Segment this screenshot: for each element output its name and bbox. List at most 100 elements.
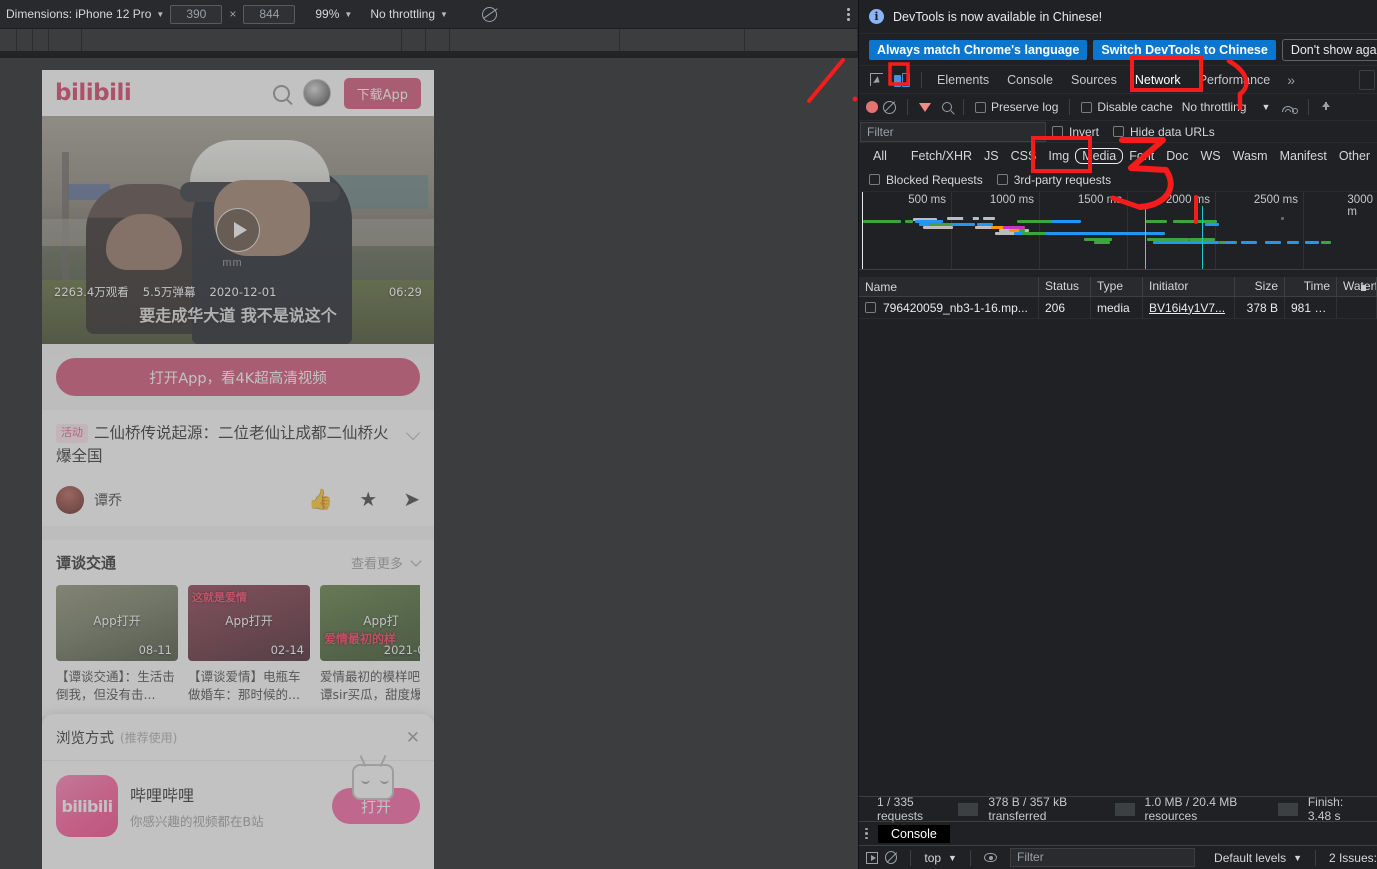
thumbs-up-icon[interactable]: 👍: [308, 487, 333, 512]
switch-to-chinese-button[interactable]: Switch DevTools to Chinese: [1093, 40, 1275, 60]
avatar[interactable]: [303, 79, 331, 107]
device-toolbar-icon[interactable]: [889, 68, 915, 92]
sheet-title: 浏览方式: [56, 727, 114, 748]
throttling-label[interactable]: No throttling: [1182, 100, 1247, 114]
console-filter-input[interactable]: Filter: [1010, 848, 1195, 867]
mobile-viewport[interactable]: bilibili 下载App mm: [42, 70, 434, 869]
tab-console[interactable]: Console: [998, 68, 1062, 92]
type-filter-doc[interactable]: Doc: [1160, 148, 1194, 164]
record-icon[interactable]: [866, 101, 878, 113]
video-date: 2020-12-01: [210, 285, 277, 299]
type-filter-all[interactable]: All: [867, 148, 893, 164]
tab-performance[interactable]: Performance: [1190, 68, 1280, 92]
console-levels-label[interactable]: Default levels: [1214, 851, 1286, 865]
column-header-waterfall[interactable]: Waterf: [1337, 277, 1377, 296]
drawer-tab-console[interactable]: Console: [878, 825, 950, 843]
tab-elements[interactable]: Elements: [928, 68, 998, 92]
inspect-element-icon[interactable]: [863, 68, 889, 92]
hide-data-urls-checkbox[interactable]: [1113, 126, 1124, 137]
column-header-initiator[interactable]: Initiator: [1143, 277, 1235, 296]
table-row[interactable]: 796420059_nb3-1-16.mp... 206 media BV16i…: [859, 297, 1377, 319]
kebab-menu-icon[interactable]: [865, 826, 868, 842]
live-expression-icon[interactable]: [984, 853, 997, 862]
console-context-label[interactable]: top: [924, 851, 941, 865]
network-status-bar: 1 / 335 requests 378 B / 357 kB transfer…: [859, 796, 1377, 821]
device-toolbar-menu-button[interactable]: [847, 0, 850, 29]
blocked-requests-label: Blocked Requests: [886, 173, 983, 187]
type-filter-js[interactable]: JS: [978, 148, 1005, 164]
network-filter-bar: Filter Invert Hide data URLs: [859, 121, 1377, 143]
list-item[interactable]: 这就是爱情 App打开 02-14 【谭谈爱情】电瓶车做婚车：那时候的...: [188, 585, 310, 704]
open-app-cta-button[interactable]: 打开App，看4K超高清视频: [56, 358, 420, 396]
execution-context-icon[interactable]: [866, 852, 878, 864]
checkbox-icon[interactable]: [865, 302, 876, 313]
star-icon[interactable]: ★: [359, 487, 377, 512]
console-issues-label[interactable]: 2 Issues:: [1329, 851, 1377, 865]
import-har-icon[interactable]: [1320, 101, 1332, 113]
type-filter-font[interactable]: Font: [1123, 148, 1160, 164]
preserve-log-label: Preserve log: [991, 100, 1058, 114]
type-filter-img[interactable]: Img: [1042, 148, 1075, 164]
type-filter-other[interactable]: Other: [1333, 148, 1376, 164]
disable-cache-checkbox[interactable]: [1081, 102, 1092, 113]
device-width-input[interactable]: 390: [170, 5, 222, 24]
type-filter-ws[interactable]: WS: [1194, 148, 1226, 164]
avatar[interactable]: [56, 486, 84, 514]
column-header-type[interactable]: Type: [1091, 277, 1143, 296]
throttling-select[interactable]: No throttling ▼: [364, 0, 454, 28]
column-header-time[interactable]: Time: [1285, 277, 1337, 296]
video-player[interactable]: mm 要走成华大道 我不是说这个 2263.4万观看 5.5万弹幕 2020-1…: [42, 116, 434, 344]
video-meta: 2263.4万观看 5.5万弹幕 2020-12-01 06:29: [42, 284, 434, 300]
blocked-requests-checkbox[interactable]: [869, 174, 880, 185]
overview-tick-3000: 3000 m: [1347, 194, 1377, 218]
chevron-down-icon[interactable]: ▼: [948, 853, 957, 863]
request-name: 796420059_nb3-1-16.mp...: [883, 297, 1028, 319]
type-filter-fetch-xhr[interactable]: Fetch/XHR: [905, 148, 978, 164]
type-filter-manifest[interactable]: Manifest: [1274, 148, 1333, 164]
clear-icon[interactable]: [883, 101, 896, 114]
column-header-status[interactable]: Status: [1039, 277, 1091, 296]
owner-name[interactable]: 谭乔: [94, 490, 122, 510]
network-overview-timeline[interactable]: 500 ms 1000 ms 1500 ms 2000 ms 2500 ms 3…: [859, 192, 1377, 270]
tab-network[interactable]: Network: [1126, 68, 1190, 92]
close-icon[interactable]: ✕: [406, 729, 420, 746]
overview-tick-2000: 2000 ms: [1166, 194, 1215, 206]
download-app-button[interactable]: 下载App: [344, 78, 421, 109]
type-filter-wasm[interactable]: Wasm: [1227, 148, 1274, 164]
zoom-select[interactable]: 99% ▼: [309, 0, 358, 28]
column-header-name[interactable]: Name: [859, 277, 1039, 296]
always-match-language-button[interactable]: Always match Chrome's language: [869, 40, 1087, 60]
third-party-requests-checkbox[interactable]: [997, 174, 1008, 185]
request-waterfall: [1337, 297, 1377, 319]
chevron-double-right-icon[interactable]: »: [1279, 72, 1303, 88]
chevron-down-icon[interactable]: ▼: [1293, 853, 1302, 863]
network-conditions-icon[interactable]: [1281, 101, 1297, 113]
language-banner-text: DevTools is now available in Chinese!: [893, 10, 1102, 24]
filter-icon[interactable]: [919, 103, 931, 112]
device-height-input[interactable]: 844: [243, 5, 295, 24]
play-icon[interactable]: [216, 208, 260, 252]
search-icon[interactable]: [942, 102, 952, 112]
request-initiator[interactable]: BV16i4y1V7...: [1143, 297, 1235, 319]
search-icon[interactable]: [273, 85, 290, 102]
list-item[interactable]: App打开 08-11 【谭谈交通】：生活击倒我，但没有击...: [56, 585, 178, 704]
type-filter-css[interactable]: CSS: [1005, 148, 1043, 164]
device-dimensions-select[interactable]: Dimensions: iPhone 12 Pro ▼: [0, 0, 170, 28]
share-icon[interactable]: ➤: [403, 487, 420, 512]
clear-console-icon[interactable]: [885, 851, 897, 864]
tab-sources[interactable]: Sources: [1062, 68, 1126, 92]
chevron-down-icon[interactable]: [406, 426, 420, 440]
dont-show-again-button[interactable]: Don't show again: [1282, 39, 1377, 61]
dimensions-x-separator: ×: [229, 7, 236, 21]
devtools-settings-placeholder[interactable]: [1359, 70, 1375, 90]
type-filter-media[interactable]: Media: [1075, 148, 1123, 164]
column-header-size[interactable]: Size: [1235, 277, 1285, 296]
view-more-button[interactable]: 查看更多: [351, 553, 420, 572]
chevron-down-icon[interactable]: ▼: [1261, 102, 1270, 112]
open-app-button[interactable]: 打开: [332, 788, 420, 824]
preserve-log-checkbox[interactable]: [975, 102, 986, 113]
list-item[interactable]: App打 爱情最初的样 2021-08- 爱情最初的模样吧！谭sir买瓜，甜度爆: [320, 585, 420, 704]
invert-checkbox[interactable]: [1052, 126, 1063, 137]
filter-input[interactable]: Filter: [860, 122, 1046, 142]
rotate-disabled-icon[interactable]: [476, 0, 503, 28]
